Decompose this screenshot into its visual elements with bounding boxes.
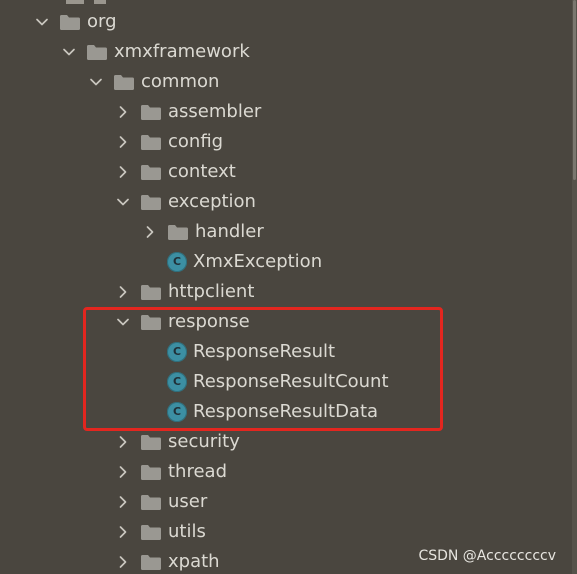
folder-icon: [60, 14, 80, 30]
tree-item-label: assembler: [168, 101, 262, 122]
folder-icon: [141, 104, 161, 120]
tree-folder-item[interactable]: exception: [0, 187, 560, 217]
folder-icon: [87, 44, 107, 60]
folder-icon: [141, 464, 161, 480]
tree-folder-item[interactable]: utils: [0, 517, 560, 547]
tree-item-label: handler: [195, 221, 264, 242]
java-class-icon: C: [167, 252, 187, 272]
tree-folder-item[interactable]: user: [0, 487, 560, 517]
chevron-down-icon[interactable]: [33, 13, 51, 31]
clipped-row-fragment: [66, 0, 84, 4]
vertical-scrollbar[interactable]: [572, 0, 577, 574]
tree-item-label: config: [168, 131, 224, 152]
folder-icon: [141, 494, 161, 510]
chevron-right-icon[interactable]: [114, 103, 132, 121]
chevron-right-icon[interactable]: [114, 493, 132, 511]
folder-icon: [141, 434, 161, 450]
scrollbar-thumb[interactable]: [573, 0, 576, 180]
project-tree-panel: org xmxframework common assembler config cont…: [0, 0, 572, 574]
tree-folder-item[interactable]: common: [0, 67, 560, 97]
clipped-row-fragment: [94, 0, 106, 4]
chevron-down-icon[interactable]: [114, 193, 132, 211]
tree-item-label: security: [168, 431, 240, 452]
tree-folder-item[interactable]: context: [0, 157, 560, 187]
chevron-right-icon[interactable]: [114, 283, 132, 301]
tree-folder-item[interactable]: httpclient: [0, 277, 560, 307]
chevron-right-icon[interactable]: [114, 523, 132, 541]
watermark: CSDN @Accccccccv: [418, 548, 556, 564]
chevron-right-icon[interactable]: [114, 163, 132, 181]
tree-item-label: org: [87, 11, 117, 32]
tree-folder-item[interactable]: org: [0, 7, 560, 37]
tree-folder-item[interactable]: handler: [0, 217, 560, 247]
folder-icon: [141, 284, 161, 300]
tree-item-label: XmxException: [193, 251, 323, 272]
tree-folder-item[interactable]: security: [0, 427, 560, 457]
chevron-right-icon[interactable]: [114, 463, 132, 481]
tree-item-label: xmxframework: [114, 41, 250, 62]
folder-icon: [141, 134, 161, 150]
tree-item-label: xpath: [168, 551, 220, 572]
tree-folder-item[interactable]: config: [0, 127, 560, 157]
tree-item-label: context: [168, 161, 236, 182]
tree-class-item[interactable]: C XmxException: [0, 247, 560, 277]
highlight-box: [83, 307, 443, 431]
tree-item-label: common: [141, 71, 220, 92]
chevron-right-icon[interactable]: [114, 133, 132, 151]
chevron-down-icon[interactable]: [87, 73, 105, 91]
tree-item-label: user: [168, 491, 208, 512]
chevron-right-icon[interactable]: [141, 223, 159, 241]
chevron-right-icon[interactable]: [114, 553, 132, 571]
chevron-right-icon[interactable]: [114, 433, 132, 451]
tree-item-label: thread: [168, 461, 228, 482]
folder-icon: [141, 524, 161, 540]
tree-folder-item[interactable]: assembler: [0, 97, 560, 127]
folder-icon: [141, 554, 161, 570]
tree-folder-item[interactable]: xmxframework: [0, 37, 560, 67]
folder-icon: [141, 164, 161, 180]
tree-item-label: exception: [168, 191, 256, 212]
tree-item-label: utils: [168, 521, 206, 542]
chevron-down-icon[interactable]: [60, 43, 78, 61]
tree-folder-item[interactable]: thread: [0, 457, 560, 487]
folder-icon: [114, 74, 134, 90]
folder-icon: [141, 194, 161, 210]
tree-item-label: httpclient: [168, 281, 255, 302]
folder-icon: [168, 224, 188, 240]
